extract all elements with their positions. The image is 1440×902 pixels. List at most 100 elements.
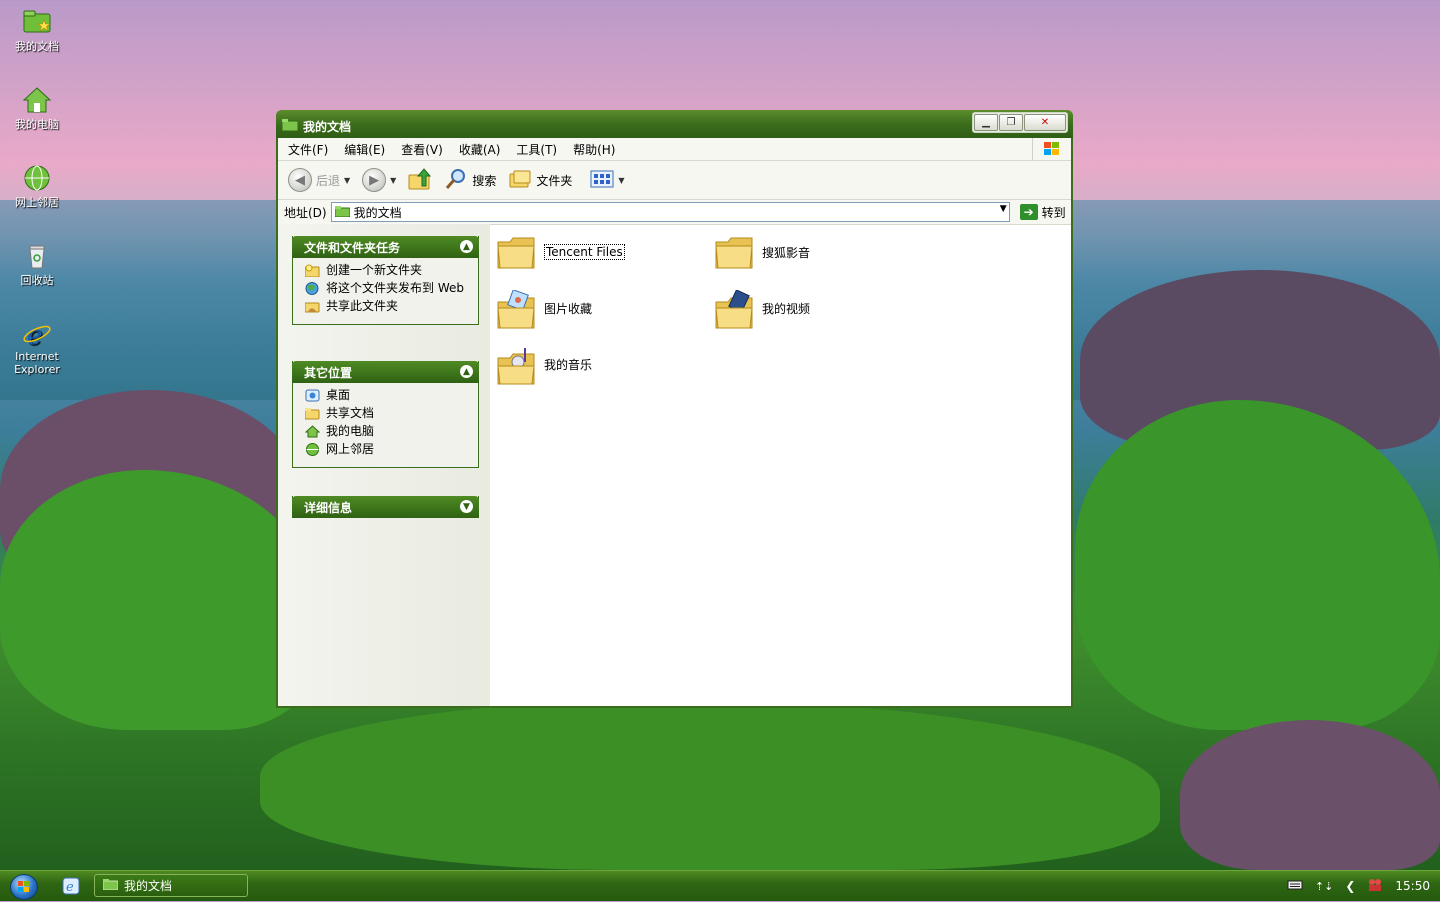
window-controls: ▁ ❐ ✕ — [972, 112, 1068, 133]
desktop-icon-ie[interactable]: e Internet Explorer — [6, 320, 68, 376]
forward-button[interactable]: ▶ ▼ — [362, 168, 396, 192]
share-folder-icon — [304, 300, 320, 313]
file-list: Tencent Files 搜狐影音 图片收藏 我的视频 我的音乐 — [496, 224, 1071, 706]
system-tray: ⇡⇣ ❮ 15:50 — [1287, 871, 1440, 901]
toolbar: ◀ 后退 ▼ ▶ ▼ 搜索 文件夹 ▼ — [278, 161, 1071, 200]
desktop-icon — [305, 389, 320, 402]
music-folder-icon — [496, 346, 536, 385]
folder-icon — [102, 878, 119, 893]
search-button[interactable]: 搜索 — [444, 168, 496, 193]
tasks-panel-header[interactable]: 文件和文件夹任务 ▲ — [292, 236, 479, 258]
arrow-right-icon: ➔ — [1019, 204, 1038, 220]
clock[interactable]: 15:50 — [1395, 879, 1430, 893]
folder-icon — [496, 234, 536, 270]
users-icon[interactable] — [1367, 878, 1383, 895]
pictures-folder-icon — [496, 289, 536, 329]
recycle-bin-icon — [22, 242, 52, 270]
menu-help[interactable]: 帮助(H) — [573, 141, 615, 158]
back-arrow-icon: ◀ — [288, 168, 312, 192]
chevron-up-icon[interactable]: ▲ — [460, 365, 473, 378]
globe-icon — [305, 443, 320, 456]
folders-button[interactable]: 文件夹 — [508, 168, 572, 193]
views-grid-icon — [590, 169, 614, 192]
desktop-icon-recycle-bin[interactable]: 回收站 — [6, 242, 68, 288]
file-item[interactable]: Tencent Files — [496, 234, 625, 270]
content-area: 文件和文件夹任务 ▲ 创建一个新文件夹 将这个文件夹发布到 Web 共享此文件夹… — [278, 224, 1071, 706]
back-button[interactable]: ◀ 后退 ▼ — [288, 168, 350, 192]
windows-logo-icon — [18, 881, 29, 892]
menu-file[interactable]: 文件(F) — [288, 141, 328, 158]
home-icon — [304, 425, 321, 438]
folder-up-icon — [408, 167, 432, 193]
tasks-panel: 文件和文件夹任务 ▲ 创建一个新文件夹 将这个文件夹发布到 Web 共享此文件夹 — [292, 236, 479, 325]
maximize-button[interactable]: ❐ — [999, 114, 1023, 131]
desktop-icon-network[interactable]: 网上邻居 — [6, 164, 68, 210]
address-label: 地址(D) — [284, 205, 327, 220]
quicklaunch-ie-icon[interactable]: e — [62, 877, 80, 895]
place-shared-docs[interactable]: 共享文档 — [304, 407, 478, 420]
explorer-window: 我的文档 ▁ ❐ ✕ 文件(F) 编辑(E) 查看(V) 收藏(A) 工具(T)… — [276, 110, 1073, 708]
folder-icon — [304, 407, 320, 420]
window-titlebar[interactable]: 我的文档 ▁ ❐ ✕ — [276, 110, 1073, 138]
views-button[interactable]: ▼ — [590, 169, 625, 192]
restore-icon: ❐ — [1006, 117, 1016, 128]
menu-tools[interactable]: 工具(T) — [516, 141, 557, 158]
file-item[interactable]: 搜狐影音 — [714, 234, 810, 270]
chevron-left-icon[interactable]: ❮ — [1345, 879, 1355, 893]
place-network[interactable]: 网上邻居 — [305, 443, 478, 456]
up-button[interactable] — [408, 167, 432, 193]
keyboard-icon[interactable] — [1287, 879, 1303, 894]
internet-explorer-icon: e — [22, 320, 52, 351]
network-signal-icon[interactable]: ⇡⇣ — [1315, 880, 1333, 893]
folder-icon — [714, 234, 754, 270]
chevron-down-icon: ▼ — [344, 175, 351, 185]
search-icon — [444, 168, 468, 193]
desktop-icon-my-computer[interactable]: 我的电脑 — [6, 86, 68, 132]
places-panel: 其它位置 ▲ 桌面 共享文档 我的电脑 网上邻居 — [292, 361, 479, 468]
globe-icon — [305, 282, 320, 295]
details-panel-header[interactable]: 详细信息 ▼ — [292, 496, 479, 518]
place-desktop[interactable]: 桌面 — [305, 389, 478, 402]
videos-folder-icon — [714, 289, 754, 329]
place-my-computer[interactable]: 我的电脑 — [304, 425, 478, 438]
home-icon — [22, 86, 52, 114]
task-pane: 文件和文件夹任务 ▲ 创建一个新文件夹 将这个文件夹发布到 Web 共享此文件夹… — [278, 224, 490, 706]
menu-favorites[interactable]: 收藏(A) — [459, 141, 501, 158]
go-button[interactable]: ➔ 转到 — [1019, 204, 1066, 221]
minimize-button[interactable]: ▁ — [974, 114, 998, 131]
close-button[interactable]: ✕ — [1024, 114, 1066, 131]
file-item[interactable]: 图片收藏 — [496, 289, 592, 329]
start-button[interactable] — [10, 874, 38, 900]
task-new-folder[interactable]: 创建一个新文件夹 — [304, 264, 478, 278]
globe-icon — [22, 164, 52, 192]
chevron-down-icon[interactable]: ▼ — [1000, 204, 1007, 214]
chevron-up-icon[interactable]: ▲ — [460, 240, 473, 253]
svg-text:e: e — [66, 880, 74, 895]
places-panel-header[interactable]: 其它位置 ▲ — [292, 361, 479, 383]
task-publish-web[interactable]: 将这个文件夹发布到 Web — [305, 282, 478, 295]
menu-edit[interactable]: 编辑(E) — [344, 141, 385, 158]
chevron-down-icon: ▼ — [390, 175, 397, 185]
windows-logo-icon — [1032, 138, 1071, 160]
address-bar: 地址(D) 我的文档 ▼ ➔ 转到 — [278, 200, 1071, 225]
desktop-moss — [1075, 400, 1440, 730]
taskbar: e 我的文档 ⇡⇣ ❮ 15:50 — [0, 870, 1440, 901]
minimize-icon: ▁ — [982, 117, 990, 128]
forward-arrow-icon: ▶ — [362, 168, 387, 192]
desktop-icon-my-documents[interactable]: 我的文档 — [6, 8, 68, 54]
desktop-moss — [260, 700, 1160, 870]
menu-bar: 文件(F) 编辑(E) 查看(V) 收藏(A) 工具(T) 帮助(H) — [278, 138, 1071, 161]
folder-star-icon — [22, 8, 52, 36]
file-item[interactable]: 我的视频 — [714, 289, 810, 329]
chevron-down-icon[interactable]: ▼ — [460, 500, 473, 513]
address-input[interactable]: 我的文档 ▼ — [330, 202, 1010, 222]
taskbar-item-my-documents[interactable]: 我的文档 — [94, 874, 248, 897]
folders-icon — [508, 168, 532, 193]
menu-view[interactable]: 查看(V) — [401, 141, 443, 158]
close-icon: ✕ — [1040, 117, 1050, 128]
window-title: 我的文档 — [303, 120, 352, 134]
details-panel: 详细信息 ▼ — [292, 496, 479, 518]
chevron-down-icon: ▼ — [618, 175, 625, 185]
task-share-folder[interactable]: 共享此文件夹 — [304, 300, 478, 313]
file-item[interactable]: 我的音乐 — [496, 346, 592, 385]
